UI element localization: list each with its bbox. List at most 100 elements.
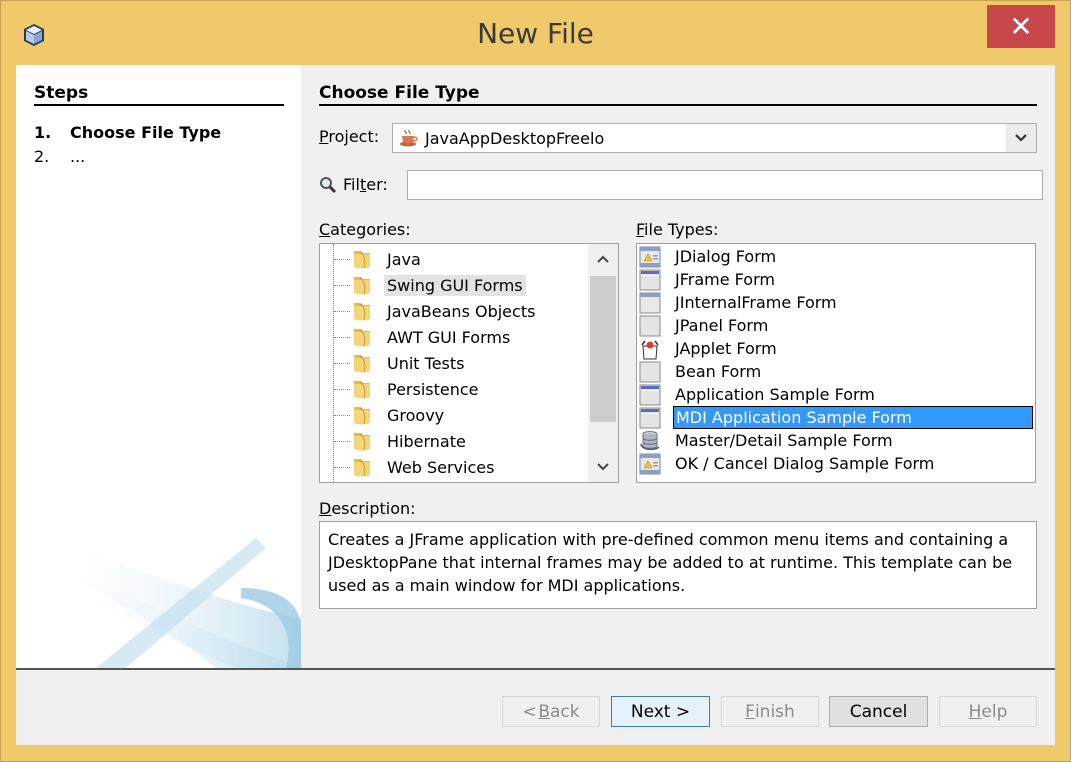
folder-icon: [352, 248, 372, 270]
category-item[interactable]: JavaBeans Objects: [334, 298, 538, 324]
folder-icon: [352, 378, 372, 400]
label-text: elp: [981, 701, 1008, 722]
file-type-item[interactable]: OK / Cancel Dialog Sample Form: [639, 452, 1033, 475]
tree-connector: [334, 466, 350, 468]
file-type-label: Application Sample Form: [675, 385, 875, 404]
categories-scrollbar[interactable]: [588, 244, 618, 482]
category-item[interactable]: Java: [334, 246, 424, 272]
file-type-item[interactable]: Master/Detail Sample Form: [639, 429, 1033, 452]
category-item[interactable]: Unit Tests: [334, 350, 468, 376]
label-text: escription:: [331, 499, 416, 518]
help-button[interactable]: Help: [939, 696, 1037, 727]
category-item[interactable]: AWT GUI Forms: [334, 324, 513, 350]
tree-connector: [334, 414, 350, 416]
java-coffee-cup-icon: [400, 129, 418, 147]
categories-label: Categories:: [319, 220, 411, 239]
project-label: Project:: [319, 127, 379, 146]
file-type-item[interactable]: JFrame Form: [639, 268, 1033, 291]
decorative-swoosh-graphic: [36, 538, 301, 668]
mnemonic: D: [319, 499, 332, 518]
mnemonic: B: [538, 701, 550, 722]
label-text: Next >: [630, 701, 691, 722]
file-type-label: JDialog Form: [675, 247, 777, 266]
filter-input[interactable]: [407, 170, 1043, 200]
folder-icon: [352, 352, 372, 374]
category-label: Unit Tests: [387, 353, 465, 373]
internal-frame-form-icon: [639, 292, 661, 314]
category-label: AWT GUI Forms: [387, 327, 511, 347]
scroll-thumb[interactable]: [590, 276, 616, 422]
frame-form-icon: [639, 384, 661, 406]
category-label: Persistence: [387, 379, 479, 399]
step-number: 1.: [34, 123, 52, 142]
mnemonic: P: [319, 127, 329, 146]
dialog-body: Steps 1. Choose File Type 2.... Choose F…: [16, 65, 1055, 745]
applet-form-icon: [639, 338, 661, 360]
database-form-icon: [639, 430, 661, 452]
tree-connector: [334, 362, 350, 364]
file-type-item[interactable]: JApplet Form: [639, 337, 1033, 360]
scroll-up-button[interactable]: [588, 244, 618, 274]
description-text: Creates a JFrame application with pre-de…: [319, 521, 1037, 609]
mnemonic: F: [745, 701, 755, 722]
file-types-list[interactable]: JDialog Form JFrame Form JInternalFrame Fo…: [636, 243, 1036, 483]
mnemonic: F: [636, 220, 645, 239]
label-text: ile Types:: [644, 220, 719, 239]
cancel-button[interactable]: Cancel: [829, 696, 928, 727]
tree-connector: [334, 310, 350, 312]
project-dropdown[interactable]: JavaAppDesktopFreelo: [392, 123, 1037, 153]
categories-tree[interactable]: Java Swing GUI Forms JavaBeans Objects AWT …: [319, 243, 619, 483]
footer-separator: [16, 668, 1055, 670]
file-type-label: JFrame Form: [675, 270, 775, 289]
dialog-form-icon: [639, 453, 661, 475]
step-number: 2.: [34, 147, 50, 166]
category-item[interactable]: Persistence: [334, 376, 482, 402]
file-type-label: JApplet Form: [675, 339, 777, 358]
steps-panel: Steps 1. Choose File Type 2....: [16, 65, 301, 668]
file-type-item[interactable]: JPanel Form: [639, 314, 1033, 337]
scroll-down-button[interactable]: [588, 452, 618, 482]
step-label: Choose File Type: [70, 123, 222, 142]
folder-icon: [352, 456, 372, 478]
main-panel: Choose File Type Project: JavaAppDesktop…: [301, 65, 1055, 668]
category-label: Groovy: [387, 405, 445, 425]
section-heading: Choose File Type: [319, 83, 1037, 106]
new-file-dialog: New File ✕ Steps 1. Choose File Type 2...…: [0, 0, 1071, 762]
category-item[interactable]: Hibernate: [334, 428, 469, 454]
file-type-label: Master/Detail Sample Form: [675, 431, 893, 450]
tree-connector: [334, 284, 350, 286]
category-item[interactable]: Groovy: [334, 402, 447, 428]
label-text: <: [522, 701, 537, 722]
file-type-label: MDI Application Sample Form: [673, 406, 1033, 429]
category-item[interactable]: Swing GUI Forms: [334, 272, 526, 298]
label-text: er:: [366, 175, 388, 194]
bean-form-icon: [639, 361, 661, 383]
folder-icon: [352, 430, 372, 452]
panel-form-icon: [639, 315, 661, 337]
close-button[interactable]: ✕: [987, 5, 1055, 48]
category-label: Hibernate: [387, 431, 466, 451]
file-type-item[interactable]: Bean Form: [639, 360, 1033, 383]
tree-connector: [334, 388, 350, 390]
category-label: Swing GUI Forms: [384, 274, 526, 296]
category-item[interactable]: Web Services: [334, 454, 497, 480]
next-button[interactable]: Next >: [611, 696, 710, 727]
title-bar[interactable]: New File ✕: [1, 1, 1070, 65]
file-type-item[interactable]: JInternalFrame Form: [639, 291, 1033, 314]
dialog-title: New File: [477, 17, 594, 50]
mnemonic: C: [319, 220, 331, 239]
chevron-down-icon: [1015, 134, 1027, 142]
finish-button[interactable]: Finish: [721, 696, 819, 727]
dropdown-arrow[interactable]: [1006, 124, 1036, 152]
category-item-partial[interactable]: [334, 480, 384, 482]
close-icon: ✕: [1009, 10, 1033, 43]
file-type-item[interactable]: JDialog Form: [639, 245, 1033, 268]
chevron-up-icon: [597, 255, 609, 263]
category-label: Web Services: [387, 457, 495, 477]
file-type-label: JPanel Form: [675, 316, 769, 335]
file-type-item[interactable]: Application Sample Form: [639, 383, 1033, 406]
file-type-item[interactable]: MDI Application Sample Form: [639, 406, 1033, 429]
frame-form-icon: [639, 407, 661, 429]
back-button[interactable]: < Back: [502, 696, 600, 727]
label-text: ategories:: [330, 220, 411, 239]
